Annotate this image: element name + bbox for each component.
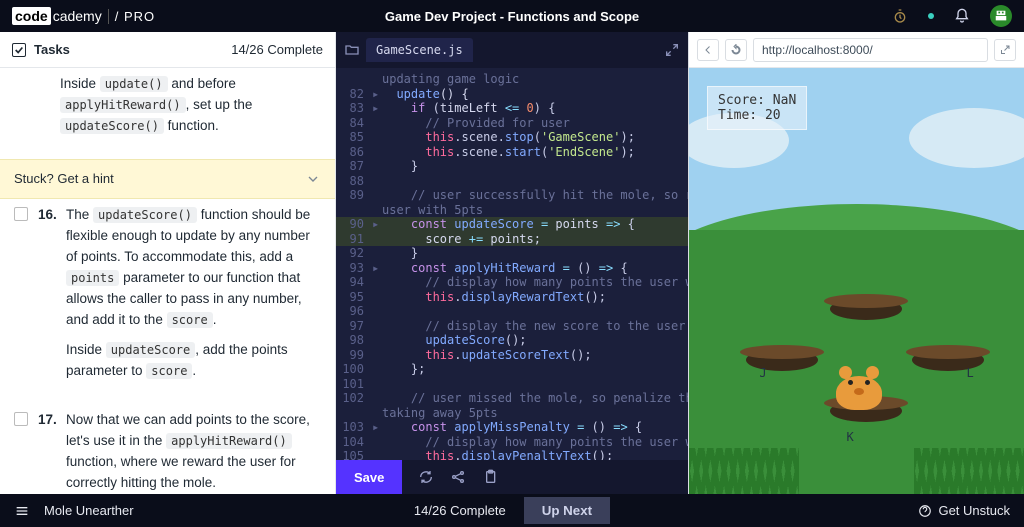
share-icon[interactable] bbox=[450, 469, 466, 485]
bottom-progress: 14/26 Complete bbox=[414, 503, 506, 518]
tasks-label: Tasks bbox=[34, 42, 70, 57]
clipboard-icon[interactable] bbox=[482, 469, 498, 485]
bottom-bar: Mole Unearther 14/26 Complete Up Next Ge… bbox=[0, 494, 1024, 527]
bell-icon[interactable] bbox=[954, 8, 970, 24]
tasks-panel: Tasks 14/26 Complete Inside update() and… bbox=[0, 32, 336, 494]
checkbox-icon bbox=[12, 43, 26, 57]
logo[interactable]: codecademy / PRO bbox=[12, 7, 155, 25]
browser-panel: Score: NaN Time: 20 J L K bbox=[688, 32, 1024, 494]
save-button[interactable]: Save bbox=[336, 460, 402, 494]
code-editor: GameScene.js updating game logic 82▸ upd… bbox=[336, 32, 688, 494]
logo-box: code bbox=[12, 7, 51, 25]
get-unstuck-button[interactable]: Get Unstuck bbox=[918, 503, 1010, 518]
refresh-icon[interactable] bbox=[418, 469, 434, 485]
code-area[interactable]: updating game logic 82▸ update() { 83▸ i… bbox=[336, 68, 688, 460]
task-16: 16. The updateScore() function should be… bbox=[0, 199, 335, 404]
tasks-header: Tasks 14/26 Complete bbox=[0, 32, 335, 68]
status-dot bbox=[928, 13, 934, 19]
task-intro: Inside update() and before applyHitRewar… bbox=[60, 74, 321, 147]
up-next-button[interactable]: Up Next bbox=[524, 497, 610, 524]
task-checkbox[interactable] bbox=[14, 207, 28, 221]
mole-sprite bbox=[836, 370, 882, 410]
timer-icon[interactable] bbox=[892, 8, 908, 24]
lesson-name[interactable]: Mole Unearther bbox=[44, 503, 134, 518]
key-label: K bbox=[846, 430, 853, 444]
url-input[interactable] bbox=[753, 38, 988, 62]
hint-toggle[interactable]: Stuck? Get a hint bbox=[0, 159, 335, 199]
key-label: L bbox=[967, 366, 974, 380]
tasks-progress: 14/26 Complete bbox=[231, 42, 323, 57]
top-bar: codecademy / PRO Game Dev Project - Func… bbox=[0, 0, 1024, 32]
avatar[interactable] bbox=[990, 5, 1012, 27]
game-hud: Score: NaN Time: 20 bbox=[707, 86, 807, 130]
logo-text: cademy bbox=[53, 8, 102, 24]
reload-button[interactable] bbox=[725, 39, 747, 61]
mole-hole bbox=[746, 349, 818, 371]
back-button[interactable] bbox=[697, 39, 719, 61]
task-17: 17. Now that we can add points to the sc… bbox=[0, 404, 335, 494]
chevron-down-icon bbox=[305, 171, 321, 187]
mole-hole bbox=[830, 298, 902, 320]
task-checkbox[interactable] bbox=[14, 412, 28, 426]
file-tab[interactable]: GameScene.js bbox=[366, 38, 473, 62]
popout-button[interactable] bbox=[994, 39, 1016, 61]
expand-icon[interactable] bbox=[664, 42, 680, 58]
menu-icon[interactable] bbox=[14, 503, 30, 519]
key-label: J bbox=[759, 366, 766, 380]
game-preview[interactable]: Score: NaN Time: 20 J L K bbox=[689, 68, 1024, 494]
folder-icon[interactable] bbox=[344, 42, 360, 58]
logo-pro: / PRO bbox=[108, 9, 155, 24]
